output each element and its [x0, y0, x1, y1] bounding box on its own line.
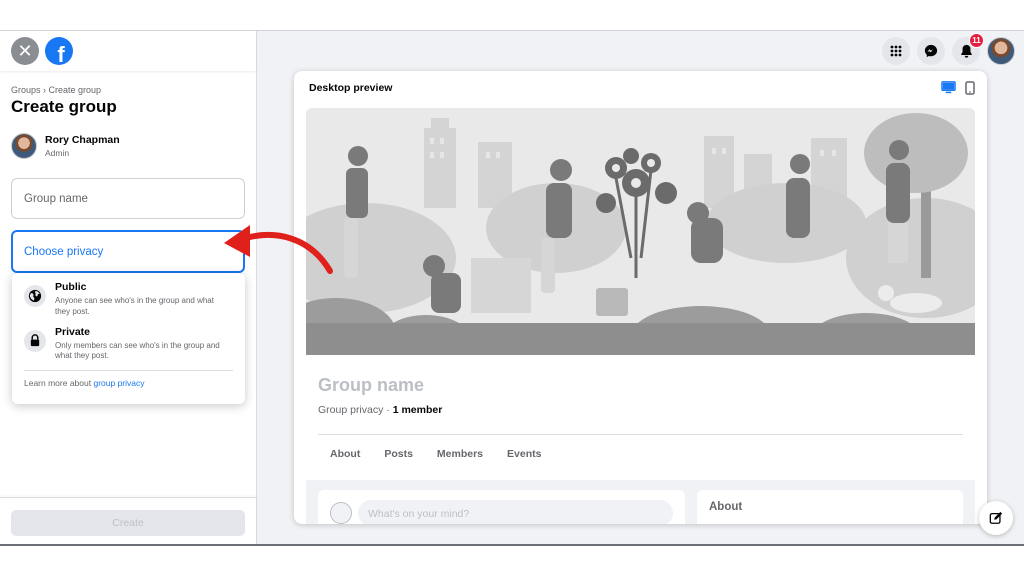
user-name: Rory Chapman	[45, 134, 120, 146]
close-icon: ✕	[17, 40, 33, 61]
avatar[interactable]	[987, 37, 1015, 65]
group-meta: Group privacy · 1 member	[318, 404, 442, 416]
group-privacy-link[interactable]: group privacy	[93, 378, 144, 388]
privacy-option-public[interactable]: Public Anyone can see who's in the group…	[24, 281, 233, 318]
option-title: Private	[55, 325, 91, 338]
learn-more-text: Learn more about group privacy	[24, 378, 233, 388]
option-title: Public	[55, 281, 87, 293]
group-preview: Group name Group privacy · 1 member Abou…	[306, 108, 975, 524]
new-message-button[interactable]	[979, 501, 1013, 535]
group-tabs: About Posts Members Events	[318, 448, 553, 460]
compose-icon	[989, 511, 1003, 524]
app-frame: ✕ f Groups › Create group Create group R…	[0, 30, 1024, 546]
tab-events[interactable]: Events	[495, 448, 553, 460]
desktop-icon[interactable]	[941, 81, 956, 94]
tab-about[interactable]: About	[318, 448, 372, 460]
desktop-preview-card: Desktop preview Group name Group privacy…	[294, 71, 987, 524]
privacy-select-label: Choose privacy	[24, 245, 104, 258]
option-description: Anyone can see who's in the group and wh…	[55, 296, 214, 316]
annotation-arrow	[224, 225, 333, 274]
info-divider	[318, 434, 963, 435]
left-panel-header: ✕ f	[0, 31, 256, 71]
messenger-button[interactable]	[917, 37, 945, 65]
create-group-panel: ✕ f Groups › Create group Create group R…	[0, 31, 257, 544]
privacy-dropdown: Public Anyone can see who's in the group…	[12, 273, 245, 404]
grid-menu-icon	[890, 45, 902, 57]
preview-label: Desktop preview	[309, 82, 393, 94]
privacy-option-private[interactable]: Private Only members can see who's in th…	[24, 326, 233, 363]
post-composer: What's on your mind?	[318, 490, 685, 524]
dropdown-divider	[24, 370, 233, 372]
option-description: Only members can see who's in the group …	[55, 340, 220, 361]
close-button[interactable]: ✕	[11, 37, 39, 65]
lock-icon	[24, 329, 46, 352]
group-info: Group name Group privacy · 1 member Abou…	[306, 355, 975, 480]
meta-separator: ·	[383, 404, 393, 416]
composer-input[interactable]: What's on your mind?	[358, 500, 673, 524]
page-title: Create group	[11, 97, 117, 116]
menu-button[interactable]	[882, 37, 910, 65]
facebook-logo[interactable]: f	[45, 37, 73, 65]
learn-more-prefix: Learn more about	[24, 378, 94, 389]
admin-user: Rory Chapman Admin	[11, 133, 120, 159]
about-title: About	[709, 501, 743, 513]
left-panel-footer: Create	[0, 497, 256, 544]
about-card: About	[697, 490, 963, 524]
privacy-select[interactable]: Choose privacy	[11, 230, 245, 273]
group-privacy-preview: Group privacy	[318, 404, 384, 416]
tab-posts[interactable]: Posts	[372, 448, 425, 460]
notification-badge: 11	[969, 33, 984, 48]
cover-illustration	[306, 108, 975, 355]
user-role: Admin	[45, 148, 70, 158]
messenger-icon	[924, 44, 938, 58]
tab-members[interactable]: Members	[425, 448, 495, 460]
member-count: 1 member	[392, 404, 443, 416]
notifications-button[interactable]: 11	[952, 33, 984, 65]
top-nav: 11	[882, 33, 1015, 65]
create-button[interactable]: Create	[11, 510, 245, 536]
mobile-icon[interactable]	[965, 81, 975, 95]
group-name-placeholder: Group name	[24, 192, 88, 205]
device-toggle	[941, 81, 975, 95]
avatar	[11, 133, 37, 159]
group-name-input[interactable]: Group name	[11, 178, 245, 219]
group-name-preview: Group name	[318, 375, 425, 395]
breadcrumb[interactable]: Groups › Create group	[11, 85, 101, 95]
composer-avatar	[330, 502, 352, 524]
globe-icon	[24, 285, 46, 307]
